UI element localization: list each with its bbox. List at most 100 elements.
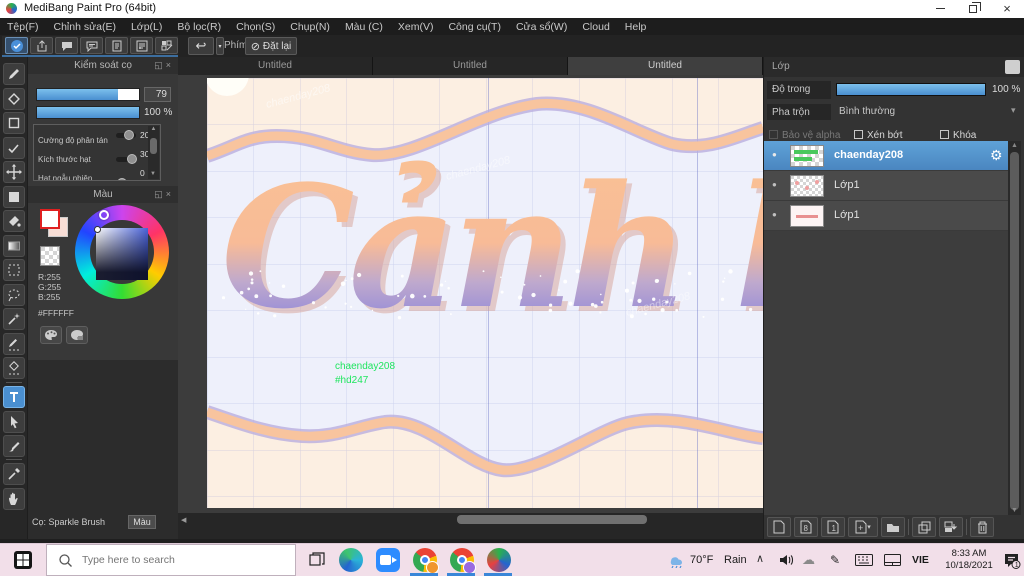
tab-untitled-3[interactable]: Untitled <box>568 57 763 75</box>
scroll-up-icon[interactable]: ▲ <box>148 126 159 132</box>
delete-layer-button[interactable] <box>970 517 994 537</box>
scroll-left-icon[interactable]: ◀ <box>181 516 186 524</box>
popout-icon[interactable]: ◱ <box>154 189 166 199</box>
menu-snap[interactable]: Chụp(N) <box>290 21 330 33</box>
comment-button[interactable] <box>55 37 78 54</box>
material-grid-button[interactable] <box>155 37 178 54</box>
blend-mode-select[interactable]: Bình thường <box>839 106 895 117</box>
vscroll-thumb[interactable] <box>1010 152 1019 510</box>
lasso-tool[interactable] <box>3 283 25 306</box>
param-slider[interactable] <box>116 130 136 140</box>
select-pen-tool[interactable] <box>3 332 25 355</box>
select-tool[interactable] <box>3 259 25 281</box>
visibility-icon[interactable]: ● <box>772 180 777 189</box>
menu-edit[interactable]: Chỉnh sửa(E) <box>54 21 116 33</box>
touch-keyboard-button[interactable] <box>852 544 876 576</box>
restore-button[interactable] <box>958 0 988 18</box>
pen-tool[interactable] <box>3 63 25 85</box>
brush-size-value[interactable]: 79 <box>144 87 171 102</box>
palette-button[interactable] <box>40 326 62 344</box>
scroll-down-icon[interactable]: ▼ <box>150 171 156 177</box>
merge-layer-button[interactable] <box>939 517 963 537</box>
touchpad-button[interactable] <box>880 544 904 576</box>
tab-untitled-1[interactable]: Untitled <box>178 57 373 75</box>
visibility-icon[interactable]: ● <box>772 210 777 219</box>
transparent-swatch[interactable] <box>40 246 60 266</box>
settings-list-button[interactable] <box>130 37 153 54</box>
tray-chevron-icon[interactable]: ∧ <box>756 552 764 565</box>
add-1bit-layer-button[interactable]: 1 <box>821 517 845 537</box>
task-view-button[interactable] <box>300 544 334 576</box>
close-icon[interactable]: × <box>166 189 174 199</box>
taskbar-zoom[interactable] <box>369 544 406 576</box>
windows-ink-icon[interactable]: ✎ <box>830 553 840 567</box>
feedback-button[interactable] <box>80 37 103 54</box>
add-8bit-layer-button[interactable]: 8 <box>794 517 818 537</box>
layer-row-lop1-a[interactable]: ● Lớp1 <box>764 171 1008 201</box>
menu-help[interactable]: Help <box>625 21 647 33</box>
hue-selector-dot[interactable] <box>99 210 109 220</box>
shape-tool[interactable] <box>3 112 25 134</box>
visibility-icon[interactable]: ● <box>772 150 777 159</box>
document-button[interactable] <box>105 37 128 54</box>
brush-tool[interactable] <box>3 435 25 457</box>
onedrive-icon[interactable]: ☁ <box>802 552 815 568</box>
magic-wand-tool[interactable] <box>3 308 25 330</box>
volume-button[interactable] <box>776 544 798 576</box>
tab-untitled-2[interactable]: Untitled <box>373 57 568 75</box>
text-tool[interactable] <box>3 386 25 408</box>
minimize-button[interactable] <box>925 0 955 18</box>
menu-select[interactable]: Chọn(S) <box>236 21 275 33</box>
saturation-value-square[interactable] <box>96 228 148 280</box>
color-status-button[interactable]: Màu <box>128 515 156 529</box>
horizontal-scrollbar[interactable]: ◀ <box>178 513 763 527</box>
weather-temp[interactable]: 70°F <box>690 554 713 566</box>
layer-row-lop1-b[interactable]: ● Lớp1 <box>764 201 1008 231</box>
canvas-page[interactable]: Cảnh báo Cảnh báo chaenday208 chaenday20… <box>207 78 763 508</box>
menu-cloud[interactable]: Cloud <box>582 21 609 33</box>
layers-scrollbar[interactable]: ▲ ▼ <box>1008 141 1021 516</box>
brush-size-slider[interactable] <box>36 88 140 101</box>
hand-tool[interactable] <box>3 487 25 510</box>
select-eraser-tool[interactable] <box>3 357 25 379</box>
add-layer-button[interactable] <box>767 517 791 537</box>
bucket-tool[interactable] <box>3 210 25 232</box>
undo-options-button[interactable]: ▾ <box>216 37 224 55</box>
layer-opacity-slider[interactable] <box>836 83 986 96</box>
popout-icon[interactable]: ◱ <box>154 60 166 70</box>
eyedropper-tool[interactable] <box>3 463 25 485</box>
duplicate-layer-button[interactable] <box>912 517 936 537</box>
menu-layer[interactable]: Lớp(L) <box>131 21 162 33</box>
blend-dropdown-icon[interactable]: ▾ <box>1011 105 1016 116</box>
scroll-up-icon[interactable]: ▲ <box>1011 142 1018 149</box>
reset-button[interactable]: ⊘ Đặt lại <box>245 37 297 55</box>
close-button[interactable]: × <box>992 0 1022 18</box>
menu-view[interactable]: Xem(V) <box>398 21 434 33</box>
menu-filter[interactable]: Bộ lọc(R) <box>177 21 221 33</box>
hscroll-thumb[interactable] <box>457 515 647 524</box>
layers-menu-button[interactable] <box>1005 60 1020 74</box>
dot-pen-tool[interactable] <box>3 136 25 159</box>
menu-tools[interactable]: Công cụ(T) <box>448 21 501 33</box>
notification-center-button[interactable]: 1 <box>1000 544 1024 576</box>
gear-icon[interactable]: ⚙ <box>990 147 1003 164</box>
gradient-tool[interactable] <box>3 234 25 257</box>
language-indicator[interactable]: VIE <box>912 554 929 566</box>
brush-opacity-slider[interactable] <box>36 106 140 119</box>
weather-condition[interactable]: Rain <box>724 554 747 566</box>
scroll-down-icon[interactable]: ▼ <box>1011 507 1018 514</box>
taskbar-chrome-2[interactable] <box>443 544 480 576</box>
taskbar-chrome-1[interactable] <box>406 544 443 576</box>
publish-button[interactable] <box>30 37 53 54</box>
scroll-thumb[interactable] <box>150 138 157 154</box>
move-tool[interactable] <box>3 161 25 183</box>
undo-button[interactable]: ↩ <box>188 37 214 55</box>
search-input[interactable] <box>82 554 272 566</box>
menu-window[interactable]: Cửa sổ(W) <box>516 21 567 33</box>
add-layer-menu-button[interactable]: + ▾ <box>848 517 878 537</box>
start-button[interactable] <box>0 544 46 576</box>
layer-row-chaenday208[interactable]: ● chaenday208 ⚙ <box>764 141 1008 171</box>
select-fill-tool[interactable] <box>3 185 25 208</box>
taskbar-clock[interactable]: 8:33 AM 10/18/2021 <box>938 548 1000 572</box>
operation-tool[interactable] <box>3 410 25 433</box>
